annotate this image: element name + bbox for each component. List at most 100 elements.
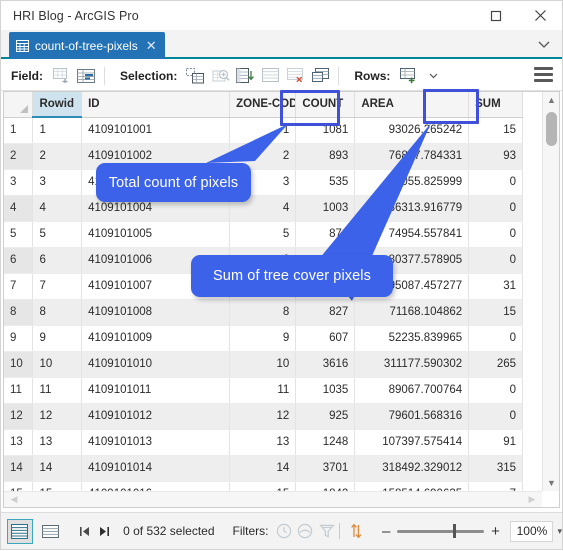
cell-rowid[interactable]: 4	[32, 195, 83, 222]
row-number-cell[interactable]: 9	[4, 325, 34, 352]
cell-rowid[interactable]: 3	[32, 169, 83, 196]
row-number-cell[interactable]: 13	[4, 429, 34, 456]
cell-area[interactable]: 107397.575414	[354, 429, 470, 456]
cell-sum[interactable]: 15	[468, 117, 523, 144]
row-number-cell[interactable]: 1	[4, 117, 34, 144]
cell-area[interactable]: 71168.104862	[354, 299, 470, 326]
cell-count[interactable]: 535	[295, 169, 356, 196]
table-vertical-scrollbar[interactable]: ▲ ▼	[542, 92, 559, 491]
cell-rowid[interactable]: 5	[32, 221, 83, 248]
cell-area[interactable]: 318492.329012	[354, 455, 470, 482]
cell-id[interactable]: 4109101013	[81, 429, 231, 456]
add-row-button[interactable]	[397, 65, 420, 87]
table-row[interactable]: 10 10 4109101010 10 3616 311177.590302 265	[4, 351, 523, 378]
scroll-up-arrow-icon[interactable]: ▲	[543, 92, 559, 108]
cell-area[interactable]: 93026.265242	[354, 117, 470, 144]
cell-id[interactable]: 4109101008	[81, 299, 231, 326]
column-header-sum[interactable]: SUM	[468, 92, 523, 118]
select-all-button[interactable]	[259, 65, 282, 87]
cell-count[interactable]: 1248	[295, 429, 356, 456]
cell-zone-code[interactable]: 9	[229, 325, 297, 352]
table-row[interactable]: 5 5 4109101005 5 871 74954.557841 0	[4, 221, 523, 248]
clear-selection-button[interactable]	[284, 65, 307, 87]
zoom-to-selection-button[interactable]	[209, 65, 232, 87]
table-row[interactable]: 8 8 4109101008 8 827 71168.104862 15	[4, 299, 523, 326]
maximize-button[interactable]	[474, 1, 518, 30]
cell-area[interactable]: 89067.700764	[354, 377, 470, 404]
go-to-next-record-button[interactable]	[96, 520, 113, 542]
cell-sum[interactable]: 91	[468, 429, 523, 456]
cell-id[interactable]: 4109101011	[81, 377, 231, 404]
cell-zone-code[interactable]: 8	[229, 299, 297, 326]
tab-count-of-tree-pixels[interactable]: count-of-tree-pixels ✕	[9, 32, 165, 59]
cell-id[interactable]: 4109101005	[81, 221, 231, 248]
row-number-cell[interactable]: 5	[4, 221, 34, 248]
cell-sum[interactable]: 0	[468, 325, 523, 352]
cell-id[interactable]: 4109101001	[81, 117, 231, 144]
cell-area[interactable]: 79601.568316	[354, 403, 470, 430]
cell-rowid[interactable]: 2	[32, 143, 83, 170]
cell-count[interactable]: 925	[295, 403, 356, 430]
scroll-right-arrow-icon[interactable]: ▶	[524, 492, 540, 507]
table-row[interactable]: 2 2 4109101002 2 893 76847.784331 93	[4, 143, 523, 170]
switch-selection-button[interactable]	[234, 65, 257, 87]
tab-close-icon[interactable]: ✕	[146, 39, 157, 52]
cell-area[interactable]: 46055.825999	[354, 169, 470, 196]
cell-zone-code[interactable]: 13	[229, 429, 297, 456]
zoom-dropdown-chevron-down-icon[interactable]: ▾	[557, 526, 562, 537]
rows-dropdown-button[interactable]	[422, 65, 445, 87]
close-button[interactable]	[518, 1, 562, 30]
zoom-in-button[interactable]: +	[488, 523, 502, 540]
cell-area[interactable]: 76847.784331	[354, 143, 470, 170]
select-by-attributes-button[interactable]	[184, 65, 207, 87]
cell-rowid[interactable]: 11	[32, 377, 83, 404]
table-row[interactable]: 4 4 4109101004 4 1003 86313.916779 0	[4, 195, 523, 222]
cell-id[interactable]: 4109101010	[81, 351, 231, 378]
cell-count[interactable]: 3616	[295, 351, 356, 378]
sync-button[interactable]	[346, 520, 365, 542]
cell-rowid[interactable]: 9	[32, 325, 83, 352]
cell-count[interactable]: 871	[295, 221, 356, 248]
cell-zone-code[interactable]: 1	[229, 117, 297, 144]
tab-overflow-chevron-down-icon[interactable]	[536, 36, 552, 52]
scroll-left-arrow-icon[interactable]: ◀	[6, 492, 22, 507]
cell-zone-code[interactable]: 11	[229, 377, 297, 404]
row-number-cell[interactable]: 4	[4, 195, 34, 222]
table-row[interactable]: 1 1 4109101001 1 1081 93026.265242 15	[4, 117, 523, 144]
zoom-slider-handle[interactable]	[453, 524, 457, 538]
cell-sum[interactable]: 93	[468, 143, 523, 170]
cell-sum[interactable]: 0	[468, 169, 523, 196]
cell-area[interactable]: 74954.557841	[354, 221, 470, 248]
cell-count[interactable]: 1035	[295, 377, 356, 404]
zoom-out-button[interactable]: –	[379, 523, 393, 540]
cell-sum[interactable]: 0	[468, 403, 523, 430]
cell-count[interactable]: 3701	[295, 455, 356, 482]
table-row[interactable]: 11 11 4109101011 11 1035 89067.700764 0	[4, 377, 523, 404]
cell-sum[interactable]: 265	[468, 351, 523, 378]
column-header-area[interactable]: AREA	[354, 92, 470, 118]
row-number-cell[interactable]: 10	[4, 351, 34, 378]
cell-count[interactable]: 607	[295, 325, 356, 352]
select-all-corner-cell[interactable]	[4, 92, 34, 118]
table-row[interactable]: 334109101003353546055.8259990	[4, 169, 523, 196]
cell-area[interactable]: 52235.839965	[354, 325, 470, 352]
cell-count[interactable]: 827	[295, 299, 356, 326]
table-row[interactable]: 9 9 4109101009 9 607 52235.839965 0	[4, 325, 523, 352]
cell-sum[interactable]: 0	[468, 247, 523, 274]
delete-selection-button[interactable]	[309, 65, 332, 87]
column-header-rowid[interactable]: Rowid	[32, 92, 83, 118]
row-number-cell[interactable]: 3	[4, 169, 34, 196]
cell-rowid[interactable]: 1	[32, 117, 83, 144]
cell-rowid[interactable]: 6	[32, 247, 83, 274]
row-number-cell[interactable]: 2	[4, 143, 34, 170]
cell-count[interactable]: 1003	[295, 195, 356, 222]
cell-zone-code[interactable]: 10	[229, 351, 297, 378]
scroll-down-arrow-icon[interactable]: ▼	[543, 475, 559, 491]
table-row[interactable]: 14 14 4109101014 14 3701 318492.329012 315	[4, 455, 523, 482]
cell-sum[interactable]: 0	[468, 377, 523, 404]
filter-range-button[interactable]	[296, 520, 315, 542]
table-options-menu-button[interactable]	[534, 67, 553, 82]
column-header-zone-code[interactable]: ZONE-CODE	[229, 92, 297, 118]
calculate-field-button[interactable]	[75, 65, 98, 87]
cell-rowid[interactable]: 10	[32, 351, 83, 378]
